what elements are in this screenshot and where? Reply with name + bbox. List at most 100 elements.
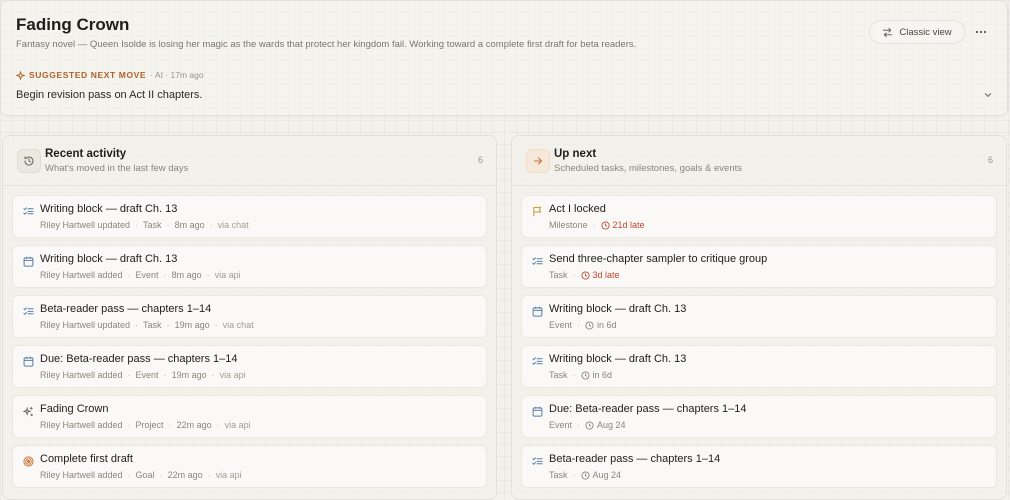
item-source: via api — [224, 420, 251, 430]
meta-separator: · — [211, 370, 215, 380]
item-type: Goal — [135, 470, 155, 480]
more-options-button[interactable] — [971, 22, 991, 42]
due-text: Aug 24 — [597, 420, 626, 430]
item-time: 22m ago — [167, 470, 203, 480]
chevron-down-icon[interactable] — [981, 88, 995, 102]
item-title: Beta-reader pass — chapters 1–14 — [40, 303, 212, 315]
list-item[interactable]: Writing block — draft Ch. 13 Event · in 6d — [521, 295, 997, 338]
item-title: Writing block — draft Ch. 13 — [549, 303, 687, 315]
due-text: Aug 24 — [592, 470, 622, 480]
task-list-icon — [23, 304, 34, 315]
calendar-icon — [532, 304, 543, 317]
flag-icon — [532, 204, 543, 217]
item-meta: Riley Hartwell added · Project · 22m ago · via… — [40, 420, 251, 430]
list-item[interactable]: Writing block — draft Ch. 13 Riley Hartwe… — [12, 245, 487, 288]
arrow-right-icon — [526, 149, 550, 173]
list-item[interactable]: Send three-chapter sampler to critique g… — [521, 245, 997, 288]
item-title: Send three-chapter sampler to critique g… — [549, 253, 768, 265]
item-meta: Riley Hartwell added · Event · 8m ago · via ap… — [40, 270, 241, 280]
item-title: Writing block — draft Ch. 13 — [40, 203, 178, 215]
item-source: via api — [215, 470, 242, 480]
project-description: Fantasy novel — Queen Isolde is losing h… — [16, 39, 637, 50]
item-time: 19m ago — [171, 370, 207, 380]
list-item[interactable]: Writing block — draft Ch. 13 Riley Hartwe… — [12, 195, 487, 238]
item-meta: Task · in 6d — [549, 370, 612, 380]
list-item[interactable]: Beta-reader pass — chapters 1–14 Riley Ha… — [12, 295, 487, 338]
meta-separator: · — [166, 320, 170, 330]
list-item[interactable]: Due: Beta-reader pass — chapters 1–14 Ril… — [12, 345, 487, 388]
clock-icon — [600, 220, 610, 230]
suggestion-label-text: SUGGESTED NEXT MOVE — [29, 70, 147, 80]
item-type: Event — [135, 370, 159, 380]
due-date: in 6d — [585, 320, 617, 330]
calendar-icon — [23, 354, 34, 367]
calendar-icon — [23, 254, 34, 267]
item-meta: Riley Hartwell added · Goal · 22m ago · via ap… — [40, 470, 242, 480]
task-list-icon — [23, 204, 34, 215]
item-type: Project — [135, 420, 164, 430]
item-meta: Event · Aug 24 — [549, 420, 626, 430]
item-type: Task — [549, 270, 568, 280]
item-meta: Milestone · 21d late — [549, 220, 645, 230]
item-meta: Riley Hartwell updated · Task · 8m ago · via c… — [40, 220, 249, 230]
task-list-icon — [532, 254, 543, 265]
list-item[interactable]: Beta-reader pass — chapters 1–14 Task · Aug… — [521, 445, 997, 488]
recent-activity-title: Recent activity — [45, 148, 127, 160]
item-title: Writing block — draft Ch. 13 — [40, 253, 178, 265]
item-type: Milestone — [549, 220, 588, 230]
due-text: 21d late — [612, 220, 645, 230]
up-next-header: Up next Scheduled tasks, milestones, goa… — [512, 136, 1006, 186]
list-item[interactable]: Due: Beta-reader pass — chapters 1–14 Eve… — [521, 395, 997, 438]
meta-separator: · — [572, 470, 576, 480]
item-type: Event — [549, 320, 573, 330]
item-title: Due: Beta-reader pass — chapters 1–14 — [549, 403, 747, 415]
classic-view-button[interactable]: Classic view — [869, 20, 965, 44]
item-time: 8m ago — [171, 270, 202, 280]
meta-separator: · — [209, 220, 213, 230]
meta-separator: · — [577, 420, 581, 430]
item-type: Task — [143, 220, 162, 230]
item-source: via chat — [222, 320, 254, 330]
up-next-list: Act I locked Milestone · 21d late Send three… — [521, 195, 997, 495]
item-type: Task — [549, 370, 568, 380]
page-title: Fading Crown — [16, 15, 130, 34]
calendar-icon — [532, 404, 543, 417]
meta-separator: · — [166, 220, 170, 230]
item-time: 22m ago — [176, 420, 212, 430]
up-next-subtitle: Scheduled tasks, milestones, goals & eve… — [554, 163, 742, 174]
classic-view-label: Classic view — [899, 26, 952, 38]
item-meta: Task · Aug 24 — [549, 470, 621, 480]
up-next-title: Up next — [554, 148, 597, 160]
item-title: Fading Crown — [40, 403, 109, 415]
meta-separator: · — [577, 320, 581, 330]
list-item[interactable]: Writing block — draft Ch. 13 Task · in 6d — [521, 345, 997, 388]
item-actor: Riley Hartwell added — [40, 420, 123, 430]
task-list-icon — [532, 454, 543, 465]
item-source: via api — [214, 270, 241, 280]
suggestion-meta: · AI · 17m ago — [150, 70, 204, 80]
item-title: Writing block — draft Ch. 13 — [549, 353, 687, 365]
meta-separator: · — [207, 470, 211, 480]
recent-activity-subtitle: What's moved in the last few days — [45, 163, 189, 174]
list-item[interactable]: Complete first draft Riley Hartwell added… — [12, 445, 487, 488]
item-type: Task — [143, 320, 162, 330]
meta-separator: · — [592, 220, 596, 230]
meta-separator: · — [214, 320, 218, 330]
item-meta: Event · in 6d — [549, 320, 617, 330]
sparkles-icon — [22, 404, 34, 417]
due-date: Aug 24 — [585, 420, 626, 430]
due-date: Aug 24 — [580, 470, 622, 480]
clock-icon — [580, 470, 590, 480]
list-item[interactable]: Fading Crown Riley Hartwell added · Project… — [12, 395, 487, 438]
list-item[interactable]: Act I locked Milestone · 21d late — [521, 195, 997, 238]
item-source: via api — [219, 370, 246, 380]
project-header: Fading Crown Fantasy novel — Queen Isold… — [0, 0, 1008, 116]
meta-separator: · — [572, 270, 576, 280]
item-time: 8m ago — [174, 220, 205, 230]
meta-separator: · — [135, 220, 139, 230]
item-actor: Riley Hartwell added — [40, 270, 123, 280]
due-text: in 6d — [592, 370, 613, 380]
suggestion-text: Begin revision pass on Act II chapters. — [16, 89, 203, 101]
swap-arrows-icon — [883, 27, 893, 37]
late-badge: 3d late — [580, 270, 620, 280]
